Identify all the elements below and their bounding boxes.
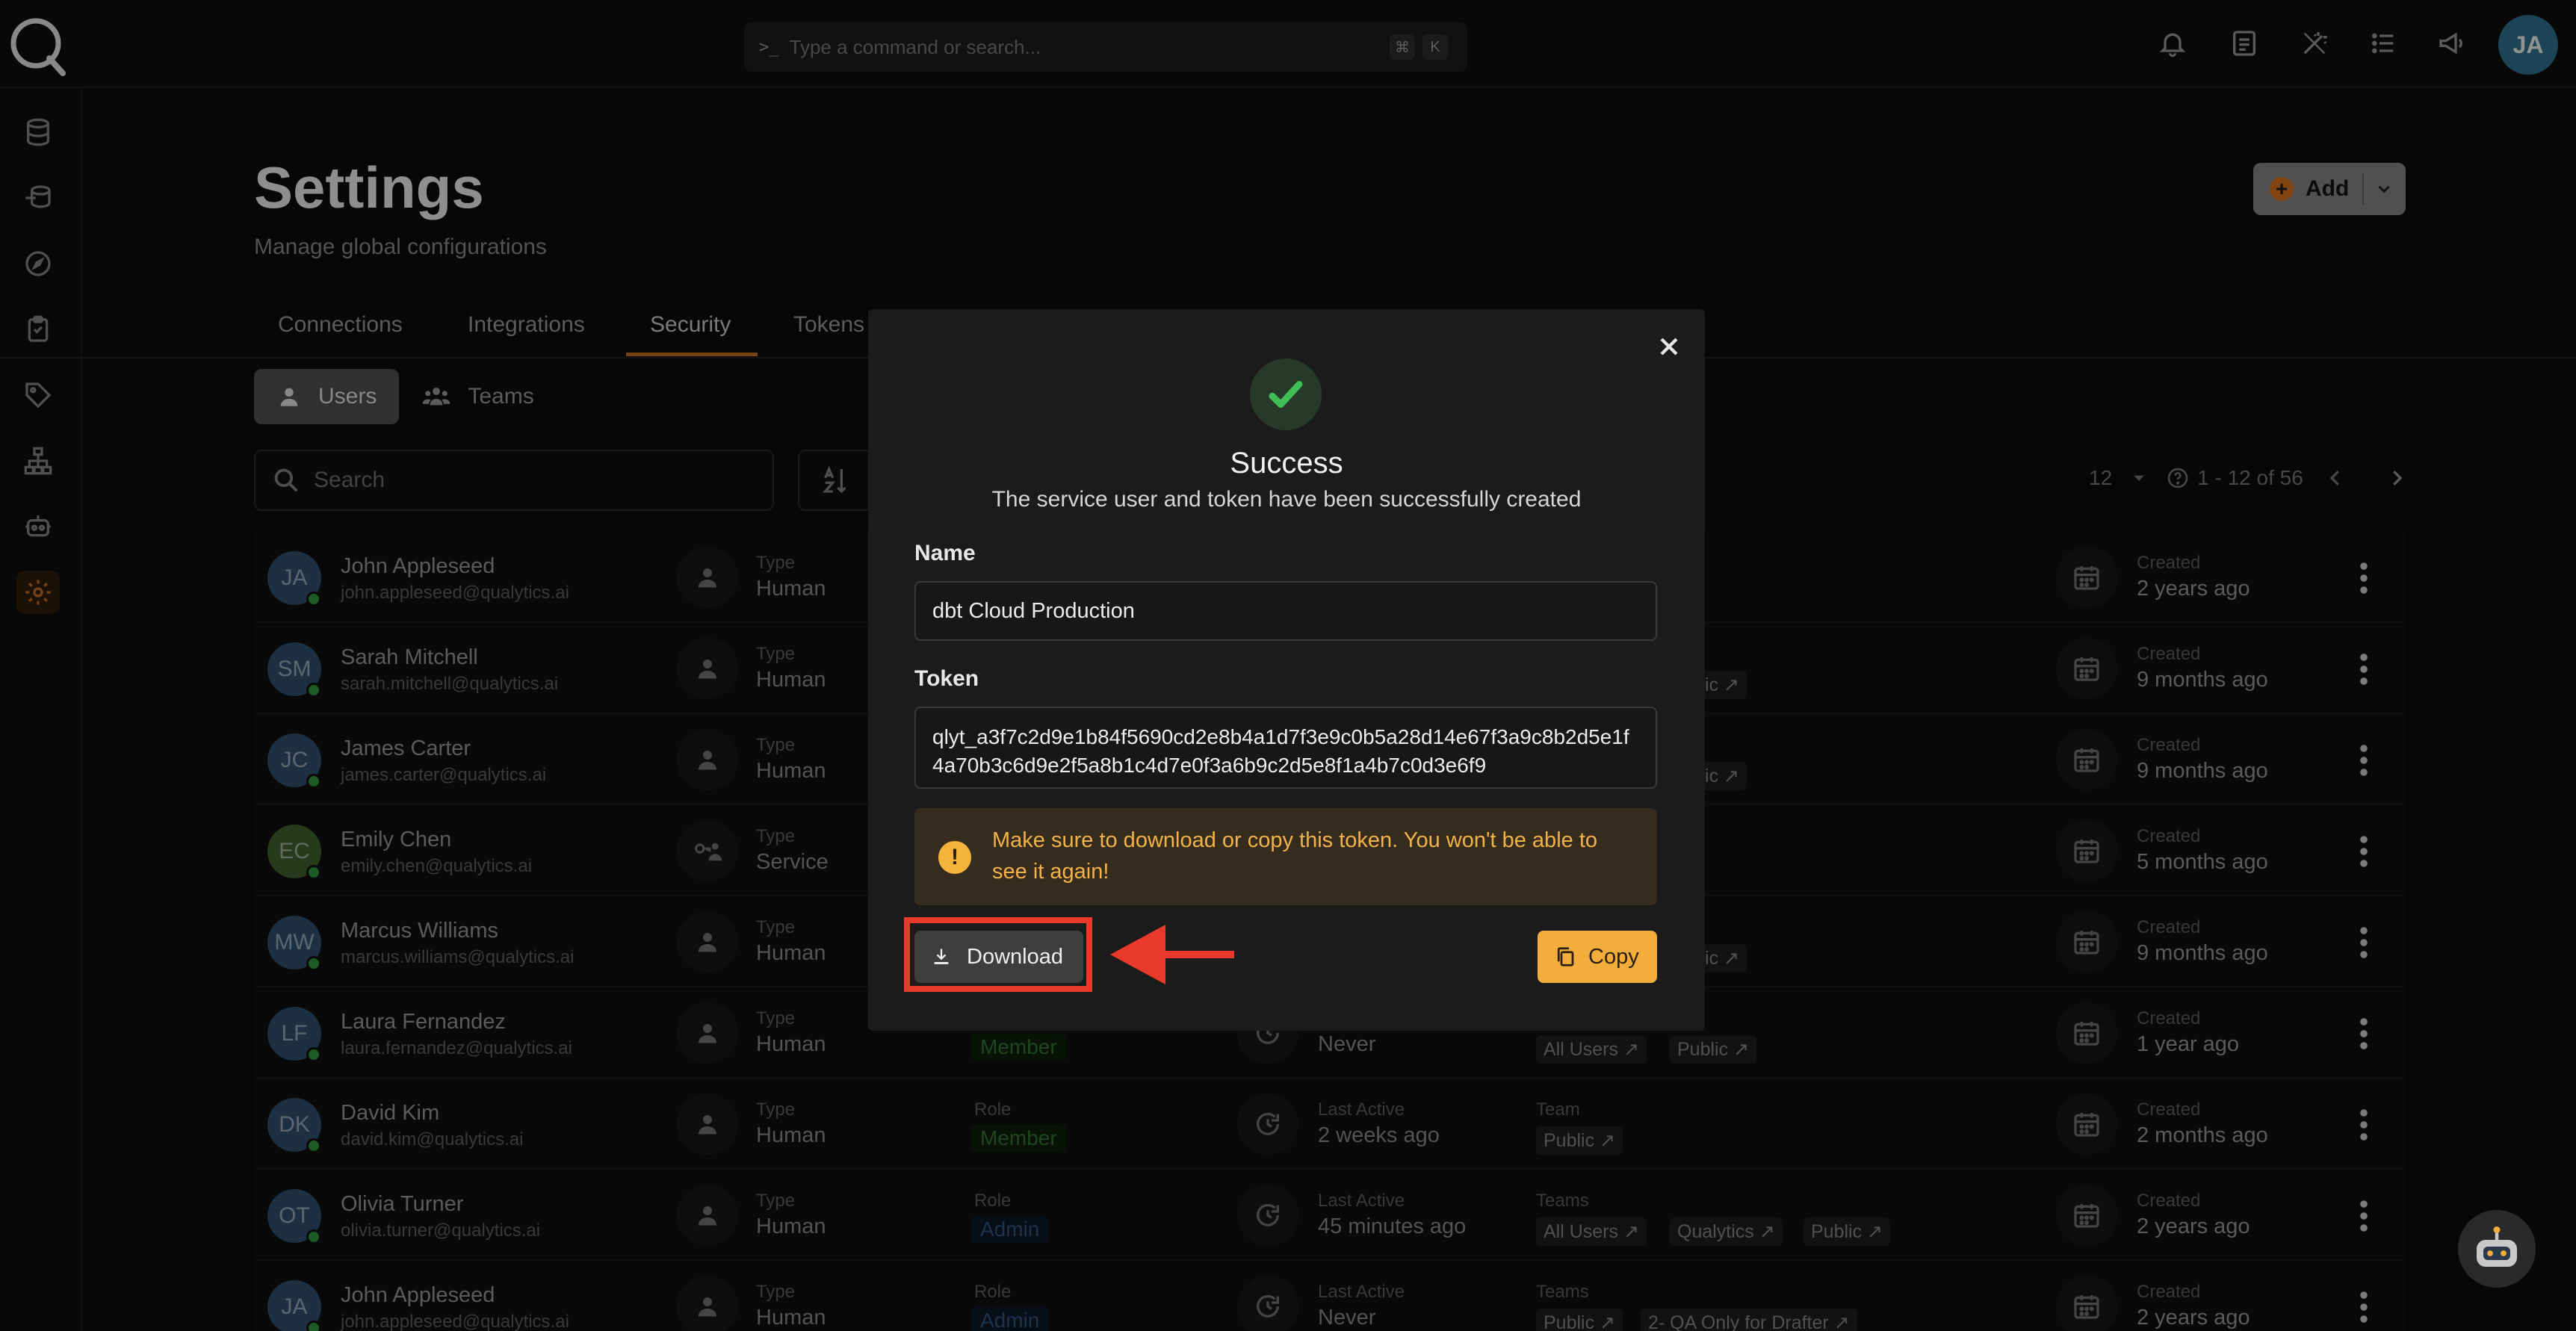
- success-badge: [1250, 359, 1322, 430]
- copy-button-label: Copy: [1588, 944, 1639, 969]
- token-field[interactable]: qlyt_a3f7c2d9e1b84f5690cd2e8b4a1d7f3e9c0…: [914, 707, 1657, 789]
- download-highlight-box: [904, 917, 1092, 992]
- warning-icon: !: [938, 841, 971, 874]
- warning-text: Make sure to download or copy this token…: [992, 828, 1598, 884]
- dialog-subtitle: The service user and token have been suc…: [991, 487, 1582, 512]
- close-icon[interactable]: [1654, 332, 1684, 362]
- name-field[interactable]: dbt Cloud Production: [914, 581, 1657, 641]
- checkmark-icon: [1269, 381, 1303, 408]
- assistant-bot-icon[interactable]: [2458, 1210, 2536, 1288]
- name-label: Name: [914, 541, 976, 565]
- token-label: Token: [914, 666, 979, 691]
- dialog-title: Success: [1230, 447, 1343, 480]
- copy-icon: [1557, 947, 1574, 967]
- token-warning: ! Make sure to download or copy this tok…: [914, 808, 1657, 905]
- pointer-arrow: [1110, 925, 1234, 984]
- copy-button[interactable]: Copy: [1538, 931, 1657, 983]
